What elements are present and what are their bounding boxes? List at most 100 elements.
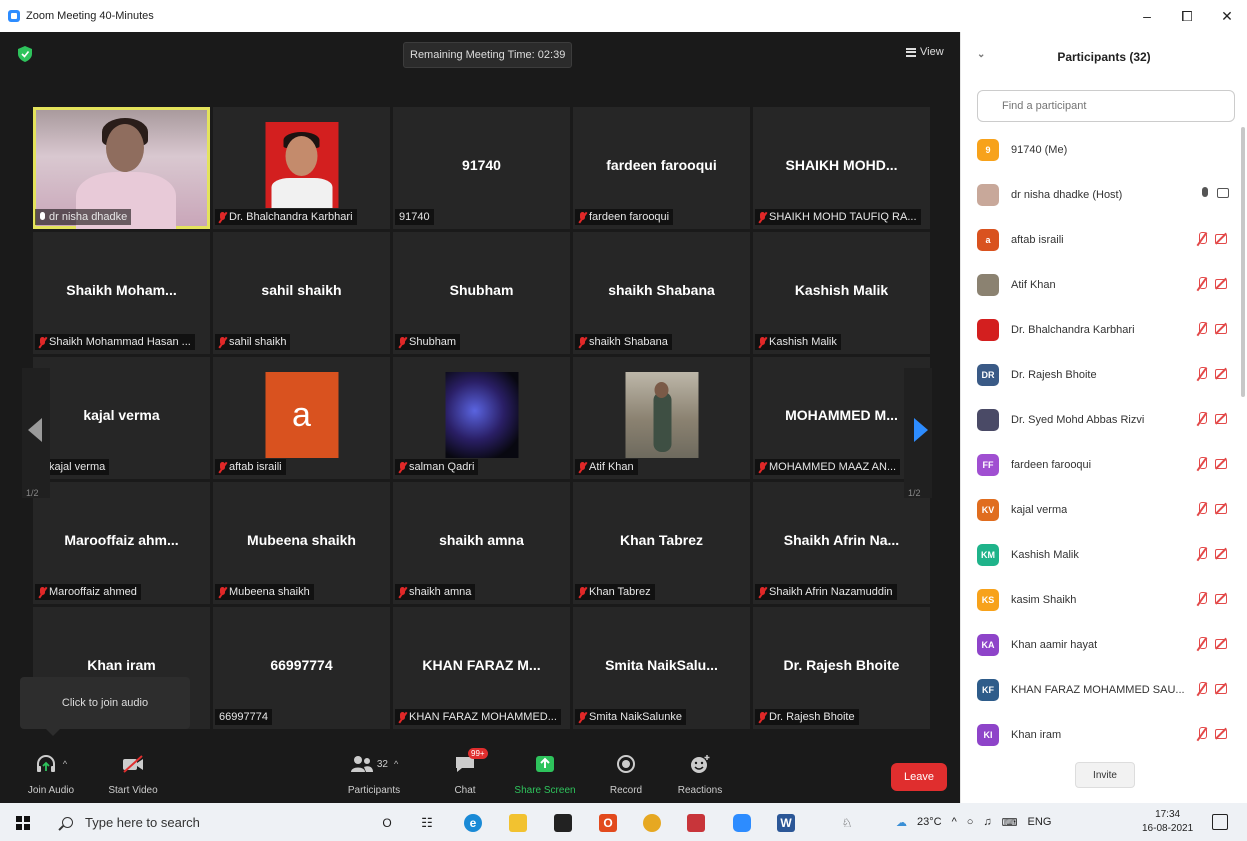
weather-temperature[interactable]: 23°C (917, 816, 942, 828)
participant-row[interactable]: KI Khan iram (961, 712, 1241, 757)
cortana-icon[interactable]: O (378, 814, 396, 832)
show-hidden-icons-chevron-icon[interactable]: ^ (952, 816, 957, 828)
participant-row[interactable]: KS kasim Shaikh (961, 577, 1241, 622)
mic-muted-icon[interactable] (1197, 322, 1207, 336)
video-off-icon[interactable] (1215, 727, 1229, 739)
windows-start-icon[interactable] (16, 816, 30, 830)
participant-row[interactable]: KA Khan aamir hayat (961, 622, 1241, 667)
video-tile[interactable]: Dr. Bhalchandra Karbhari (213, 107, 390, 229)
video-tile[interactable]: kajal verma kajal verma (33, 357, 210, 479)
participant-row[interactable]: 9 91740 (Me) (961, 127, 1241, 172)
mic-muted-icon[interactable] (1197, 232, 1207, 246)
speaker-icon[interactable]: ♫ (983, 816, 991, 828)
people-taskbar-icon[interactable]: ♘ (838, 814, 856, 832)
file-explorer-icon[interactable] (509, 814, 527, 832)
minimize-button[interactable]: – (1127, 0, 1167, 32)
video-tile[interactable]: Shaikh Moham... Shaikh Mohammad Hasan ... (33, 232, 210, 354)
participant-row[interactable]: KM Kashish Malik (961, 532, 1241, 577)
maximize-button[interactable]: ⧠ (1167, 0, 1207, 32)
video-tile[interactable]: dr nisha dhadke (33, 107, 210, 229)
video-tile[interactable]: shaikh Shabana shaikh Shabana (573, 232, 750, 354)
video-tile[interactable]: a aftab israili (213, 357, 390, 479)
zoom-taskbar-icon[interactable] (733, 814, 751, 832)
mic-muted-icon[interactable] (1197, 547, 1207, 561)
record-button[interactable]: Record (596, 751, 656, 796)
video-off-icon[interactable] (1215, 457, 1229, 469)
close-button[interactable]: ✕ (1207, 0, 1247, 32)
video-tile[interactable]: Smita NaikSalu... Smita NaikSalunke (573, 607, 750, 729)
video-tile[interactable]: fardeen farooqui fardeen farooqui (573, 107, 750, 229)
mic-muted-icon[interactable] (1197, 727, 1207, 741)
task-view-icon[interactable]: ☷ (418, 814, 436, 832)
mic-muted-icon[interactable] (1197, 502, 1207, 516)
weather-icon[interactable]: ☁ (896, 816, 907, 829)
video-tile[interactable]: 66997774 66997774 (213, 607, 390, 729)
video-off-icon[interactable] (1215, 232, 1229, 244)
join-audio-tooltip[interactable]: Click to join audio (20, 677, 190, 736)
mic-muted-icon[interactable] (1197, 637, 1207, 651)
next-page-button[interactable]: 1/2 (904, 368, 932, 498)
audio-options-caret-icon[interactable]: ^ (63, 759, 67, 769)
collapse-chevron-icon[interactable]: ⌄ (977, 49, 985, 60)
microsoft-store-icon[interactable] (554, 814, 572, 832)
video-tile[interactable]: Atif Khan (573, 357, 750, 479)
network-icon[interactable]: ○ (967, 816, 974, 828)
invite-button[interactable]: Invite (1075, 762, 1135, 788)
video-tile[interactable]: Marooffaiz ahm... Marooffaiz ahmed (33, 482, 210, 604)
video-off-icon[interactable] (1215, 277, 1229, 289)
video-tile[interactable]: KHAN FARAZ M... KHAN FARAZ MOHAMMED... (393, 607, 570, 729)
participant-row[interactable]: Dr. Bhalchandra Karbhari (961, 307, 1241, 352)
start-video-button[interactable]: Start Video (98, 751, 168, 796)
share-screen-button[interactable]: Share Screen (508, 751, 582, 796)
participant-row[interactable]: KV kajal verma (961, 487, 1241, 532)
participant-list-scrollbar[interactable] (1241, 127, 1245, 397)
video-tile[interactable]: Dr. Rajesh Bhoite Dr. Rajesh Bhoite (753, 607, 930, 729)
video-off-icon[interactable] (1215, 592, 1229, 604)
word-icon[interactable]: W (777, 814, 795, 832)
mic-muted-icon[interactable] (1197, 277, 1207, 291)
security-shield-icon[interactable] (18, 46, 32, 62)
mic-muted-icon[interactable] (1197, 457, 1207, 471)
office-icon[interactable]: O (599, 814, 617, 832)
video-tile[interactable]: Kashish Malik Kashish Malik (753, 232, 930, 354)
video-tile[interactable]: Khan Tabrez Khan Tabrez (573, 482, 750, 604)
edge-browser-icon[interactable]: e (464, 814, 482, 832)
participant-row[interactable]: Atif Khan (961, 262, 1241, 307)
video-tile[interactable]: SHAIKH MOHD... SHAIKH MOHD TAUFIQ RA... (753, 107, 930, 229)
chat-button[interactable]: 99+ Chat (440, 748, 490, 796)
video-tile[interactable]: Mubeena shaikh Mubeena shaikh (213, 482, 390, 604)
notification-center-icon[interactable] (1212, 814, 1228, 830)
video-off-icon[interactable] (1215, 547, 1229, 559)
pdf-reader-icon[interactable] (687, 814, 705, 832)
view-button[interactable]: View (906, 46, 944, 58)
video-off-icon[interactable] (1215, 637, 1229, 649)
participant-row[interactable]: Dr. Syed Mohd Abbas Rizvi (961, 397, 1241, 442)
video-tile[interactable]: 91740 91740 (393, 107, 570, 229)
video-tile[interactable]: sahil shaikh sahil shaikh (213, 232, 390, 354)
participant-row[interactable]: dr nisha dhadke (Host) (961, 172, 1241, 217)
mic-muted-icon[interactable] (1197, 682, 1207, 696)
leave-button[interactable]: Leave (891, 763, 947, 791)
taskbar-search-box[interactable]: Type here to search (48, 807, 358, 837)
mic-muted-icon[interactable] (1197, 412, 1207, 426)
video-off-icon[interactable] (1215, 322, 1229, 334)
participants-caret-icon[interactable]: ^ (394, 759, 398, 769)
chrome-icon[interactable] (643, 814, 661, 832)
participant-row[interactable]: KF KHAN FARAZ MOHAMMED SAU... (961, 667, 1241, 712)
camera-icon[interactable] (1217, 188, 1229, 198)
video-off-icon[interactable] (1215, 367, 1229, 379)
input-language[interactable]: ENG (1028, 816, 1052, 828)
video-tile[interactable]: Shubham Shubham (393, 232, 570, 354)
taskbar-clock[interactable]: 17:34 16-08-2021 (1142, 808, 1193, 836)
mic-muted-icon[interactable] (1197, 367, 1207, 381)
mic-icon[interactable] (1201, 187, 1209, 200)
previous-page-button[interactable]: 1/2 (22, 368, 50, 498)
find-participant-input[interactable] (977, 90, 1235, 122)
video-off-icon[interactable] (1215, 412, 1229, 424)
video-tile[interactable]: Shaikh Afrin Na... Shaikh Afrin Nazamuddi… (753, 482, 930, 604)
participant-row[interactable]: a aftab israili (961, 217, 1241, 262)
participant-row[interactable]: DR Dr. Rajesh Bhoite (961, 352, 1241, 397)
keyboard-icon[interactable]: ⌨ (1002, 816, 1018, 829)
participant-row[interactable]: FF fardeen farooqui (961, 442, 1241, 487)
reactions-button[interactable]: Reactions (670, 751, 730, 796)
